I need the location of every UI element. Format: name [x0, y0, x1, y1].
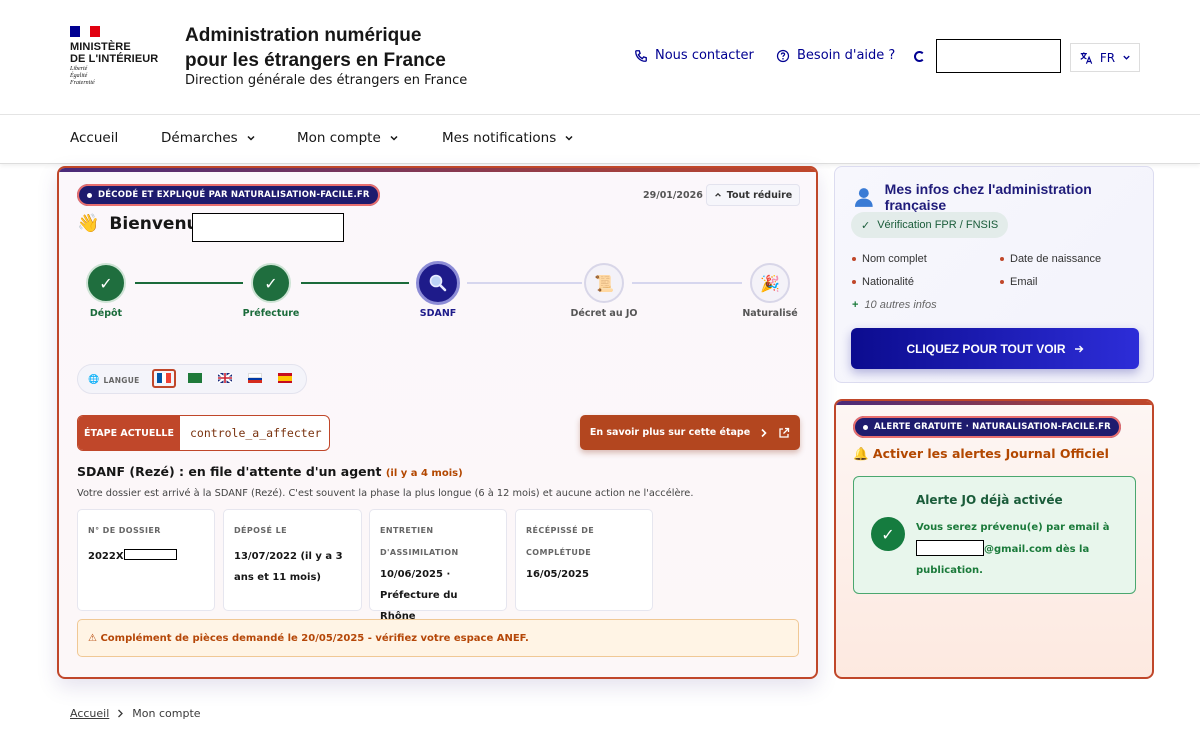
step-label-sdanf: SDANF [419, 308, 457, 319]
current-step-label: ÉTAPE ACTUELLE [78, 416, 180, 450]
email-redacted [916, 539, 984, 556]
missing-documents-warning: ⚠ Complément de pièces demandé le 20/05/… [77, 619, 799, 657]
step-naturalise-party-icon: 🎉 [750, 263, 790, 303]
question-circle-icon [776, 49, 790, 62]
external-link-icon [779, 427, 790, 438]
card-date: 29/01/2026 [643, 190, 703, 201]
site-title[interactable]: Administration numérique pour les étrang… [185, 23, 485, 73]
verification-badge: ✓ Vérification FPR / FNSIS [851, 212, 1009, 238]
nav-item-home[interactable]: Accueil [70, 130, 118, 146]
step-label-decree: Décret au JO [570, 308, 638, 319]
help-link[interactable]: Besoin d'aide ? [776, 48, 895, 63]
step-label-naturalise: Naturalisé [742, 308, 798, 319]
chevron-down-icon [565, 135, 573, 141]
receipt-card: RÉCÉPISSÉ DE COMPLÉTUDE 16/05/2025 [515, 509, 653, 611]
status-description: Votre dossier est arrivé à la SDANF (Rez… [77, 488, 694, 499]
chevron-down-icon [1123, 55, 1130, 60]
welcome-heading: 👋 Bienvenue [77, 213, 211, 234]
breadcrumb: Accueil Mon compte [70, 707, 201, 720]
bullet-icon [863, 424, 868, 430]
waving-hand-icon: 👋 [77, 213, 100, 234]
decoded-badge: DÉCODÉ ET EXPLIQUÉ PAR NATURALISATION-FA… [77, 184, 380, 206]
status-title: SDANF (Rezé) : en file d'attente d'un ag… [77, 464, 463, 479]
info-item: Nationalité [852, 276, 914, 288]
dossier-number-redacted [123, 549, 177, 560]
admin-info-card: Mes infos chez l'administration français… [834, 166, 1154, 383]
republic-motto: Liberté Égalité Fraternité [70, 66, 95, 86]
free-alert-badge: ALERTE GRATUITE · NATURALISATION-FACILE.… [853, 416, 1121, 438]
main-navigation: Accueil Démarches Mon compte Mes notific… [0, 115, 1200, 164]
site-subtitle: Direction générale des étrangers en Fran… [185, 73, 468, 88]
step-depot-check-icon: ✓ [86, 263, 126, 303]
flag-es-icon[interactable] [278, 373, 292, 383]
loading-spinner-icon [914, 51, 925, 62]
deposit-date-card: DÉPOSÉ LE 13/07/2022 (il y a 3 ans et 11… [223, 509, 362, 611]
info-item: Email [1000, 276, 1038, 288]
step-sdanf-magnifier-icon [416, 261, 460, 305]
current-step-badge: ÉTAPE ACTUELLE controle_a_affecter [77, 415, 330, 451]
header-search-input[interactable] [936, 39, 1061, 73]
bullet-icon [1000, 257, 1004, 261]
jo-alert-text: Vous serez prévenu(e) par email à @gmail… [916, 522, 1110, 576]
admin-info-title: Mes infos chez l'administration français… [853, 181, 1153, 213]
bullet-icon [852, 280, 856, 284]
language-label: 🌐 LANGUE [88, 375, 140, 385]
step-prefecture-check-icon: ✓ [251, 263, 291, 303]
step-decree-scroll-icon: 📜 [584, 263, 624, 303]
chevron-right-icon [761, 428, 767, 437]
bullet-icon [852, 257, 856, 261]
contact-link[interactable]: Nous contacter [634, 48, 754, 63]
progress-track-1 [135, 282, 243, 284]
progress-track-4 [632, 282, 742, 284]
chevron-up-icon [714, 192, 721, 197]
ministry-logo[interactable]: MINISTÈRE DE L'INTÉRIEUR [70, 41, 158, 65]
step-label-depot: Dépôt [89, 308, 123, 319]
see-all-button[interactable]: CLIQUEZ POUR TOUT VOIR [851, 328, 1139, 369]
info-item: Nom complet [852, 253, 927, 265]
person-icon [854, 188, 873, 207]
check-icon: ✓ [861, 219, 871, 232]
user-name-redacted [192, 213, 344, 242]
language-switcher: 🌐 LANGUE [77, 364, 307, 394]
nav-item-demarches[interactable]: Démarches [161, 130, 256, 146]
flag-uk-icon[interactable] [217, 372, 233, 384]
bullet-icon [1000, 280, 1004, 284]
collapse-all-button[interactable]: Tout réduire [706, 184, 800, 206]
phone-icon [635, 49, 647, 62]
plus-icon: + [852, 299, 859, 311]
jo-alert-card: ALERTE GRATUITE · NATURALISATION-FACILE.… [834, 399, 1154, 679]
check-circle-icon: ✓ [871, 517, 905, 551]
globe-icon: 🌐 [88, 375, 100, 385]
language-selector[interactable]: FR [1070, 43, 1140, 72]
interview-card: ENTRETIEN D'ASSIMILATION 10/06/2025 · Pr… [369, 509, 507, 622]
step-label-prefecture: Préfecture [242, 308, 300, 319]
dossier-number-value: 2022X [88, 551, 124, 562]
more-info-count: +10 autres infos [852, 299, 937, 311]
jo-alert-heading: Alerte JO déjà activée [916, 493, 1063, 507]
site-header: MINISTÈRE DE L'INTÉRIEUR Liberté Égalité… [0, 0, 1200, 115]
flag-fr-icon[interactable] [157, 373, 172, 383]
nav-item-account[interactable]: Mon compte [297, 130, 399, 146]
arrow-right-icon [1074, 345, 1084, 352]
breadcrumb-current: Mon compte [132, 707, 201, 720]
dossier-number-card: N° DE DOSSIER 2022X [77, 509, 215, 611]
breadcrumb-home-link[interactable]: Accueil [70, 707, 109, 720]
progress-track-2 [301, 282, 409, 284]
bullet-icon [87, 192, 92, 198]
translate-icon [1080, 51, 1093, 64]
info-item: Date de naissance [1000, 253, 1101, 265]
dossier-status-card: DÉCODÉ ET EXPLIQUÉ PAR NATURALISATION-FA… [57, 166, 818, 679]
nav-item-notifications[interactable]: Mes notifications [442, 130, 574, 146]
french-flag-logo [70, 26, 100, 37]
jo-alert-status: ✓ Alerte JO déjà activée Vous serez prév… [853, 476, 1136, 594]
chevron-down-icon [390, 135, 398, 141]
jo-alert-title: 🔔 Activer les alertes Journal Officiel [853, 446, 1109, 461]
progress-track-3 [467, 282, 582, 284]
flag-ru-icon[interactable] [248, 373, 262, 384]
learn-more-button[interactable]: En savoir plus sur cette étape [580, 415, 800, 450]
chevron-right-icon [118, 709, 124, 718]
flag-sa-icon[interactable] [188, 373, 202, 383]
current-step-value: controle_a_affecter [190, 426, 322, 440]
chevron-down-icon [247, 135, 255, 141]
